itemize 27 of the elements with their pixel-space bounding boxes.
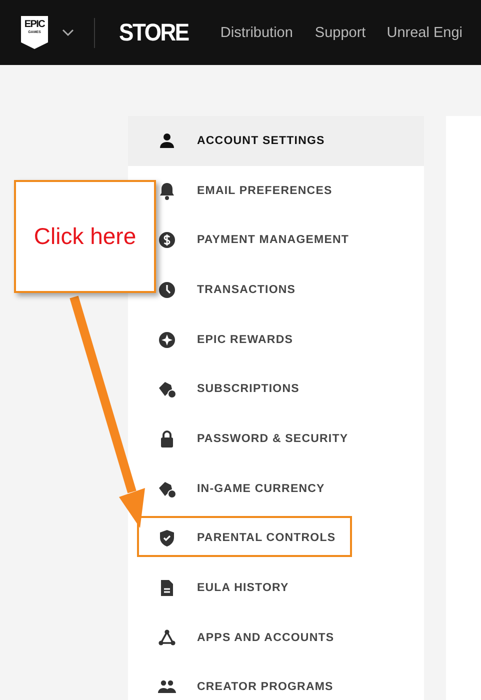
tag-coin-icon: [157, 379, 177, 400]
sidebar-item[interactable]: EMAIL PREFERENCES: [150, 166, 424, 216]
sidebar-item[interactable]: EULA HISTORY: [150, 563, 424, 613]
sidebar-item[interactable]: SUBSCRIPTIONS: [150, 364, 424, 414]
sidebar-item[interactable]: PASSWORD & SECURITY: [150, 414, 424, 464]
logo-text: EPIC: [24, 20, 45, 30]
sidebar-item[interactable]: TRANSACTIONS: [150, 265, 424, 315]
nav-link[interactable]: Distribution: [220, 24, 293, 40]
callout-text: Click here: [34, 223, 136, 250]
nav-link[interactable]: Support: [314, 24, 366, 40]
nav-link[interactable]: Unreal Engi: [386, 24, 462, 40]
dollar-coin-icon: [157, 230, 177, 250]
sidebar-item[interactable]: PARENTAL CONTROLS: [150, 514, 424, 564]
sidebar-item[interactable]: ACCOUNT SETTINGS: [150, 116, 424, 166]
sidebar-item[interactable]: IN-GAME CURRENCY: [150, 464, 424, 514]
clock-icon: [157, 280, 177, 300]
sidebar-item[interactable]: PAYMENT MANAGEMENT: [150, 215, 424, 266]
sidebar-item[interactable]: CREATOR PROGRAMS: [150, 662, 424, 700]
star-badge-icon: [157, 330, 177, 350]
sidebar-item[interactable]: APPS AND ACCOUNTS: [150, 612, 424, 663]
sidebar-item[interactable]: EPIC REWARDS: [150, 314, 424, 364]
shield-check-icon: [157, 528, 177, 548]
store-title[interactable]: STORE: [119, 18, 188, 47]
bell-icon: [157, 180, 177, 201]
triangle-nodes-icon: [157, 628, 177, 648]
person-icon: [157, 130, 177, 151]
chevron-down-icon[interactable]: [62, 28, 74, 36]
